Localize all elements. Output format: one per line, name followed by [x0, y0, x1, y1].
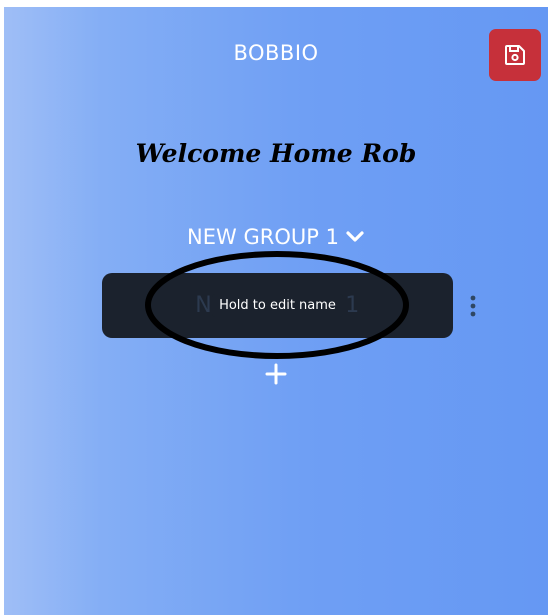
- group-selector-label: NEW GROUP 1: [187, 225, 339, 249]
- plus-icon: [265, 363, 287, 385]
- kebab-menu-icon: [470, 295, 476, 317]
- add-group-button[interactable]: [263, 361, 289, 387]
- app-screen: BOBBIO Welcome Home Rob NEW GROUP 1 NEW …: [4, 7, 548, 615]
- chevron-down-icon: [346, 231, 364, 242]
- welcome-heading: Welcome Home Rob: [135, 139, 417, 168]
- app-title: BOBBIO: [233, 41, 319, 65]
- group-card[interactable]: NEW GROUP 1 Hold to edit name: [102, 273, 453, 338]
- save-button[interactable]: [489, 29, 541, 81]
- floppy-disk-icon: [505, 45, 525, 65]
- group-selector[interactable]: NEW GROUP 1: [4, 225, 548, 249]
- group-menu-button[interactable]: [465, 293, 481, 319]
- group-card-name: NEW GROUP 1: [195, 293, 360, 318]
